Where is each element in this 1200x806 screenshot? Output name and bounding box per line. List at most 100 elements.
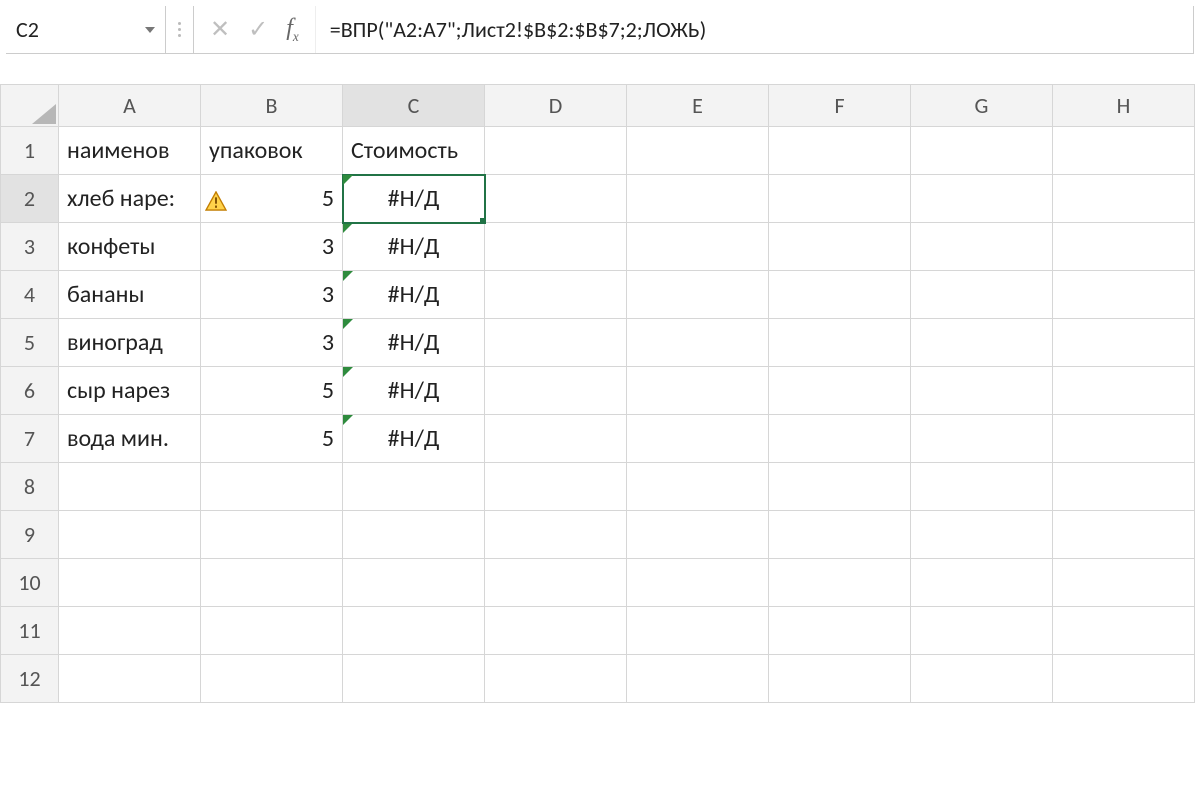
cell-B2[interactable]: 5: [201, 175, 343, 223]
cell-F11[interactable]: [769, 607, 911, 655]
cell-A11[interactable]: [59, 607, 201, 655]
cell-H10[interactable]: [1053, 559, 1195, 607]
col-header-F[interactable]: F: [769, 85, 911, 127]
cell-A1[interactable]: наименов: [59, 127, 201, 175]
cell-H11[interactable]: [1053, 607, 1195, 655]
cell-H9[interactable]: [1053, 511, 1195, 559]
cell-D3[interactable]: [485, 223, 627, 271]
cell-F8[interactable]: [769, 463, 911, 511]
cell-G5[interactable]: [911, 319, 1053, 367]
cell-H8[interactable]: [1053, 463, 1195, 511]
col-header-D[interactable]: D: [485, 85, 627, 127]
cell-H3[interactable]: [1053, 223, 1195, 271]
cell-D6[interactable]: [485, 367, 627, 415]
cell-C10[interactable]: [343, 559, 485, 607]
col-header-B[interactable]: B: [201, 85, 343, 127]
cell-G11[interactable]: [911, 607, 1053, 655]
cell-F9[interactable]: [769, 511, 911, 559]
chevron-down-icon[interactable]: [145, 27, 155, 33]
row-header-7[interactable]: 7: [1, 415, 59, 463]
cell-D5[interactable]: [485, 319, 627, 367]
cell-B1[interactable]: упаковок: [201, 127, 343, 175]
cell-H4[interactable]: [1053, 271, 1195, 319]
cell-G12[interactable]: [911, 655, 1053, 703]
cell-D1[interactable]: [485, 127, 627, 175]
col-header-C[interactable]: C: [343, 85, 485, 127]
cell-C8[interactable]: [343, 463, 485, 511]
cell-B8[interactable]: [201, 463, 343, 511]
row-header-10[interactable]: 10: [1, 559, 59, 607]
cell-D2[interactable]: [485, 175, 627, 223]
cell-F12[interactable]: [769, 655, 911, 703]
col-header-G[interactable]: G: [911, 85, 1053, 127]
cell-A4[interactable]: бананы: [59, 271, 201, 319]
cell-G4[interactable]: [911, 271, 1053, 319]
cell-E1[interactable]: [627, 127, 769, 175]
cell-F4[interactable]: [769, 271, 911, 319]
cell-G10[interactable]: [911, 559, 1053, 607]
cell-E3[interactable]: [627, 223, 769, 271]
cell-E8[interactable]: [627, 463, 769, 511]
cell-A12[interactable]: [59, 655, 201, 703]
cell-E9[interactable]: [627, 511, 769, 559]
cell-E2[interactable]: [627, 175, 769, 223]
cell-H6[interactable]: [1053, 367, 1195, 415]
cell-D10[interactable]: [485, 559, 627, 607]
cell-H12[interactable]: [1053, 655, 1195, 703]
cell-A9[interactable]: [59, 511, 201, 559]
cell-B6[interactable]: 5: [201, 367, 343, 415]
cancel-icon[interactable]: ✕: [210, 15, 230, 44]
cell-B7[interactable]: 5: [201, 415, 343, 463]
cell-H1[interactable]: [1053, 127, 1195, 175]
cell-D7[interactable]: [485, 415, 627, 463]
cell-F7[interactable]: [769, 415, 911, 463]
cell-B11[interactable]: [201, 607, 343, 655]
cell-F2[interactable]: [769, 175, 911, 223]
cell-E6[interactable]: [627, 367, 769, 415]
cell-E5[interactable]: [627, 319, 769, 367]
cell-F5[interactable]: [769, 319, 911, 367]
cell-H7[interactable]: [1053, 415, 1195, 463]
row-header-6[interactable]: 6: [1, 367, 59, 415]
row-header-5[interactable]: 5: [1, 319, 59, 367]
row-header-9[interactable]: 9: [1, 511, 59, 559]
fx-icon[interactable]: fx: [286, 15, 299, 45]
cell-C7[interactable]: #Н/Д: [343, 415, 485, 463]
row-header-11[interactable]: 11: [1, 607, 59, 655]
cell-C4[interactable]: #Н/Д: [343, 271, 485, 319]
warning-triangle-icon[interactable]: [205, 189, 227, 209]
cell-G8[interactable]: [911, 463, 1053, 511]
cell-C1[interactable]: Стоимость: [343, 127, 485, 175]
cell-C5[interactable]: #Н/Д: [343, 319, 485, 367]
cell-B12[interactable]: [201, 655, 343, 703]
cell-E7[interactable]: [627, 415, 769, 463]
cell-D12[interactable]: [485, 655, 627, 703]
cell-A5[interactable]: виноград: [59, 319, 201, 367]
cell-A3[interactable]: конфеты: [59, 223, 201, 271]
cell-F10[interactable]: [769, 559, 911, 607]
row-header-8[interactable]: 8: [1, 463, 59, 511]
cell-D11[interactable]: [485, 607, 627, 655]
cell-E4[interactable]: [627, 271, 769, 319]
cell-D9[interactable]: [485, 511, 627, 559]
cell-D8[interactable]: [485, 463, 627, 511]
spreadsheet-grid[interactable]: A B C D E F G H 1 наименов упаковок Стои…: [0, 84, 1195, 703]
cell-A8[interactable]: [59, 463, 201, 511]
row-header-1[interactable]: 1: [1, 127, 59, 175]
row-header-2[interactable]: 2: [1, 175, 59, 223]
enter-icon[interactable]: ✓: [248, 15, 268, 44]
formula-bar-expand[interactable]: [166, 6, 194, 53]
select-all-corner[interactable]: [1, 85, 59, 127]
cell-A7[interactable]: вода мин.: [59, 415, 201, 463]
row-header-4[interactable]: 4: [1, 271, 59, 319]
cell-B10[interactable]: [201, 559, 343, 607]
cell-H2[interactable]: [1053, 175, 1195, 223]
col-header-A[interactable]: A: [59, 85, 201, 127]
cell-F6[interactable]: [769, 367, 911, 415]
cell-D4[interactable]: [485, 271, 627, 319]
cell-A2[interactable]: хлеб наре:: [59, 175, 201, 223]
cell-B3[interactable]: 3: [201, 223, 343, 271]
cell-C12[interactable]: [343, 655, 485, 703]
cell-C2[interactable]: #Н/Д: [343, 175, 485, 223]
cell-G1[interactable]: [911, 127, 1053, 175]
